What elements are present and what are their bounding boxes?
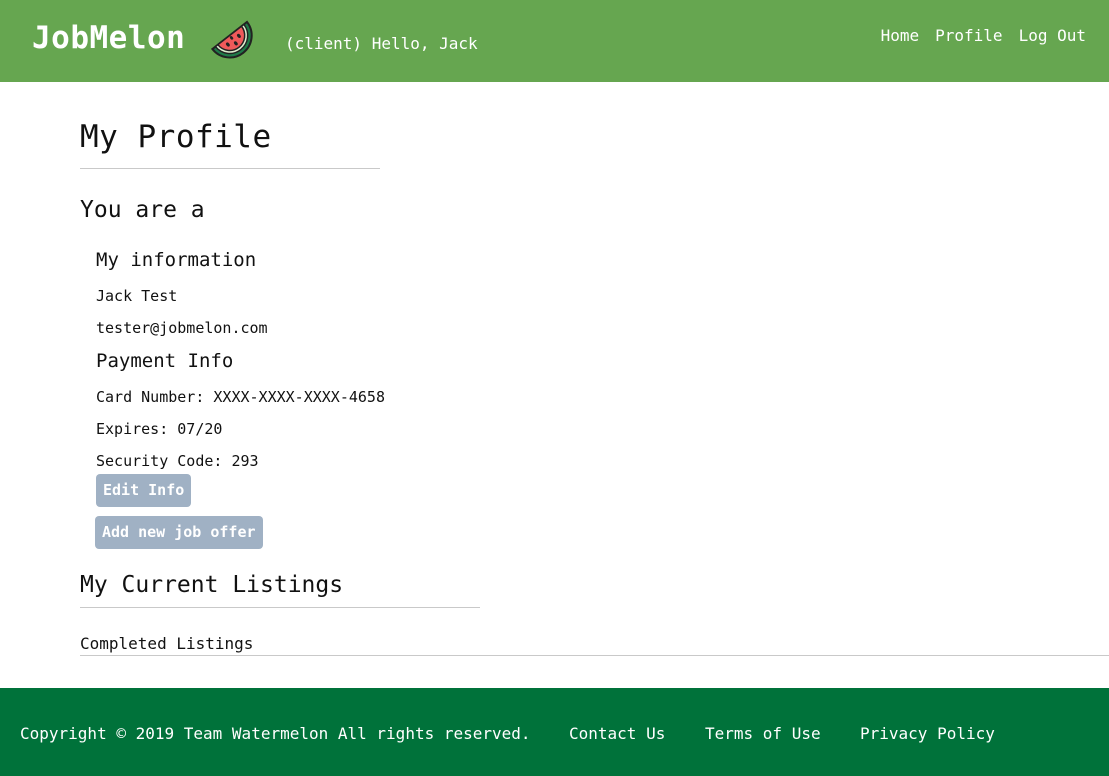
nav-profile-link[interactable]: Profile [935, 26, 1002, 46]
top-header: JobMelon (client) Hello, Jack Home Profi… [0, 0, 1109, 82]
current-listings-title: My Current Listings [80, 572, 344, 598]
info-heading: My information [96, 249, 257, 271]
terms-of-use-link[interactable]: Terms of Use [705, 724, 821, 744]
completed-divider [80, 655, 1109, 656]
card-number: Card Number: XXXX-XXXX-XXXX-4658 [96, 388, 385, 406]
user-greeting: (client) Hello, Jack [285, 34, 478, 53]
add-job-offer-button[interactable]: Add new job offer [95, 516, 263, 549]
copyright-text: Copyright © 2019 Team Watermelon All rig… [20, 724, 531, 743]
contact-us-link[interactable]: Contact Us [569, 724, 665, 744]
nav-home-link[interactable]: Home [881, 26, 920, 46]
user-email: tester@jobmelon.com [96, 319, 268, 337]
listings-divider [80, 607, 480, 608]
watermelon-icon [210, 20, 253, 59]
nav-logout-link[interactable]: Log Out [1019, 26, 1086, 46]
page-footer: Copyright © 2019 Team Watermelon All rig… [0, 688, 1109, 776]
privacy-policy-link[interactable]: Privacy Policy [860, 724, 995, 744]
edit-info-button[interactable]: Edit Info [96, 474, 192, 507]
payment-heading: Payment Info [96, 350, 234, 372]
security-code: Security Code: 293 [96, 452, 259, 470]
card-expiry: Expires: 07/20 [96, 420, 223, 438]
completed-listings-title: Completed Listings [80, 634, 254, 653]
role-statement: You are a [80, 197, 205, 223]
top-nav: Home Profile Log Out [881, 26, 1086, 46]
user-name: Jack Test [96, 287, 178, 305]
title-divider [80, 168, 380, 169]
brand-logo-text[interactable]: JobMelon [32, 19, 185, 57]
page-title: My Profile [80, 119, 272, 155]
